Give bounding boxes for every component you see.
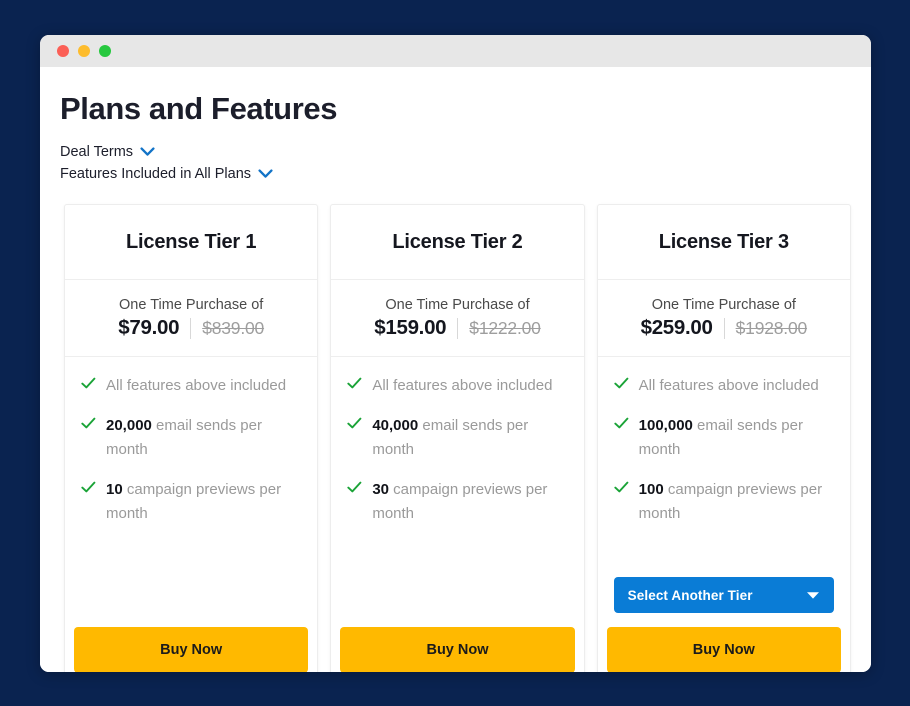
plan-price-row: $79.00 $839.00 [75,316,307,340]
pricing-card: License Tier 3 One Time Purchase of $259.0… [596,204,851,672]
plan-feature-text: 100 campaign previews per month [639,478,834,526]
window-titlebar [40,35,871,67]
disclosure-toggle[interactable]: Deal Terms [60,144,155,160]
plan-price: $159.00 [374,316,447,339]
plan-feature: 20,000 email sends per month [81,414,301,462]
chevron-down-icon [140,147,155,157]
plan-price: $259.00 [640,316,713,339]
page-title: Plans and Features [60,91,338,126]
plan-price: $79.00 [118,316,180,339]
plan-feature-emphasis: 10 [106,481,123,498]
plan-feature: All features above included [614,374,834,398]
plan-feature: 30 campaign previews per month [347,478,567,526]
plan-price-label: One Time Purchase of [119,297,264,313]
plan-feature: 40,000 email sends per month [347,414,567,462]
plan-feature-body: campaign previews per month [372,481,548,522]
plan-price-label: One Time Purchase of [651,297,796,313]
pricing-card-list: License Tier 1 One Time Purchase of $79.00… [60,204,851,672]
check-icon [347,417,362,430]
price-divider [723,317,725,339]
plan-feature-text: 20,000 email sends per month [106,414,301,462]
check-icon [614,377,629,390]
plan-feature-emphasis: 100 [638,481,664,498]
plan-feature: 10 campaign previews per month [81,478,301,526]
browser-window: Plans and Features Deal Terms Features In… [40,35,871,672]
caret-down-icon [806,591,820,600]
plan-feature: 100 campaign previews per month [614,478,834,526]
plan-feature-body: All features above included [372,377,553,394]
select-another-tier-dropdown[interactable]: Select Another Tier [613,577,834,613]
check-icon [347,481,362,494]
check-icon [347,377,362,390]
buy-button-container: Buy Now [65,617,317,672]
buy-button-container: Buy Now [598,617,850,672]
plan-title: License Tier 1 [65,205,318,280]
plan-feature: All features above included [347,374,567,398]
plan-feature-emphasis: 100,000 [638,417,693,434]
plan-feature-text: 30 campaign previews per month [372,478,567,526]
check-icon [614,481,629,494]
plan-title: License Tier 2 [331,205,584,280]
buy-now-button[interactable]: Buy Now [74,627,309,672]
disclosure-list: Deal Terms Features Included in All Plans [60,144,851,182]
plan-feature-list: All features above included 20,000 email … [65,357,317,617]
select-another-tier-label: Select Another Tier [627,587,753,603]
tier-select-container: Select Another Tier [598,571,850,617]
plan-feature-text: 100,000 email sends per month [639,414,834,462]
chevron-down-icon [258,169,273,179]
maximize-button[interactable] [99,45,111,57]
plan-original-price: $839.00 [202,317,265,338]
close-button[interactable] [57,45,69,57]
buy-now-button[interactable]: Buy Now [340,627,575,672]
plan-price-row: $159.00 $1222.00 [341,316,573,340]
buy-button-container: Buy Now [331,617,583,672]
plan-feature-body: All features above included [106,377,287,394]
plan-original-price: $1222.00 [469,317,541,338]
plan-feature-body: campaign previews per month [106,481,282,522]
price-divider [457,317,459,339]
plan-feature-emphasis: 30 [372,481,390,498]
page-content: Plans and Features Deal Terms Features In… [40,67,871,672]
plan-feature-text: All features above included [106,374,286,398]
plan-title: License Tier 3 [597,205,850,280]
pricing-card: License Tier 1 One Time Purchase of $79.00… [64,204,319,672]
check-icon [81,481,96,494]
plan-feature-emphasis: 40,000 [372,417,419,434]
disclosure-label: Features Included in All Plans [60,166,252,182]
plan-feature-text: 40,000 email sends per month [372,414,567,462]
check-icon [81,417,96,430]
plan-price-block: One Time Purchase of $259.00 $1928.00 [597,280,850,357]
plan-feature: All features above included [81,374,301,398]
check-icon [614,417,629,430]
plan-feature-body: campaign previews per month [638,481,823,522]
pricing-card: License Tier 2 One Time Purchase of $159.0… [330,204,585,672]
plan-feature-text: All features above included [372,374,552,398]
plan-feature-text: All features above included [639,374,819,398]
plan-price-row: $259.00 $1928.00 [608,316,840,340]
price-divider [190,317,192,339]
plan-feature: 100,000 email sends per month [614,414,834,462]
plan-price-block: One Time Purchase of $79.00 $839.00 [65,280,318,357]
buy-now-button[interactable]: Buy Now [606,627,841,672]
plan-original-price: $1928.00 [735,317,808,338]
plan-feature-emphasis: 20,000 [106,417,152,434]
plan-feature-text: 10 campaign previews per month [106,478,301,526]
plan-feature-list: All features above included 100,000 email… [598,357,850,571]
minimize-button[interactable] [78,45,90,57]
check-icon [81,377,96,390]
plan-feature-list: All features above included 40,000 email … [331,357,583,617]
disclosure-toggle[interactable]: Features Included in All Plans [60,166,273,182]
plan-feature-body: All features above included [638,377,819,394]
plan-price-block: One Time Purchase of $159.00 $1222.00 [331,280,584,357]
disclosure-label: Deal Terms [60,144,134,160]
plan-price-label: One Time Purchase of [385,297,530,313]
